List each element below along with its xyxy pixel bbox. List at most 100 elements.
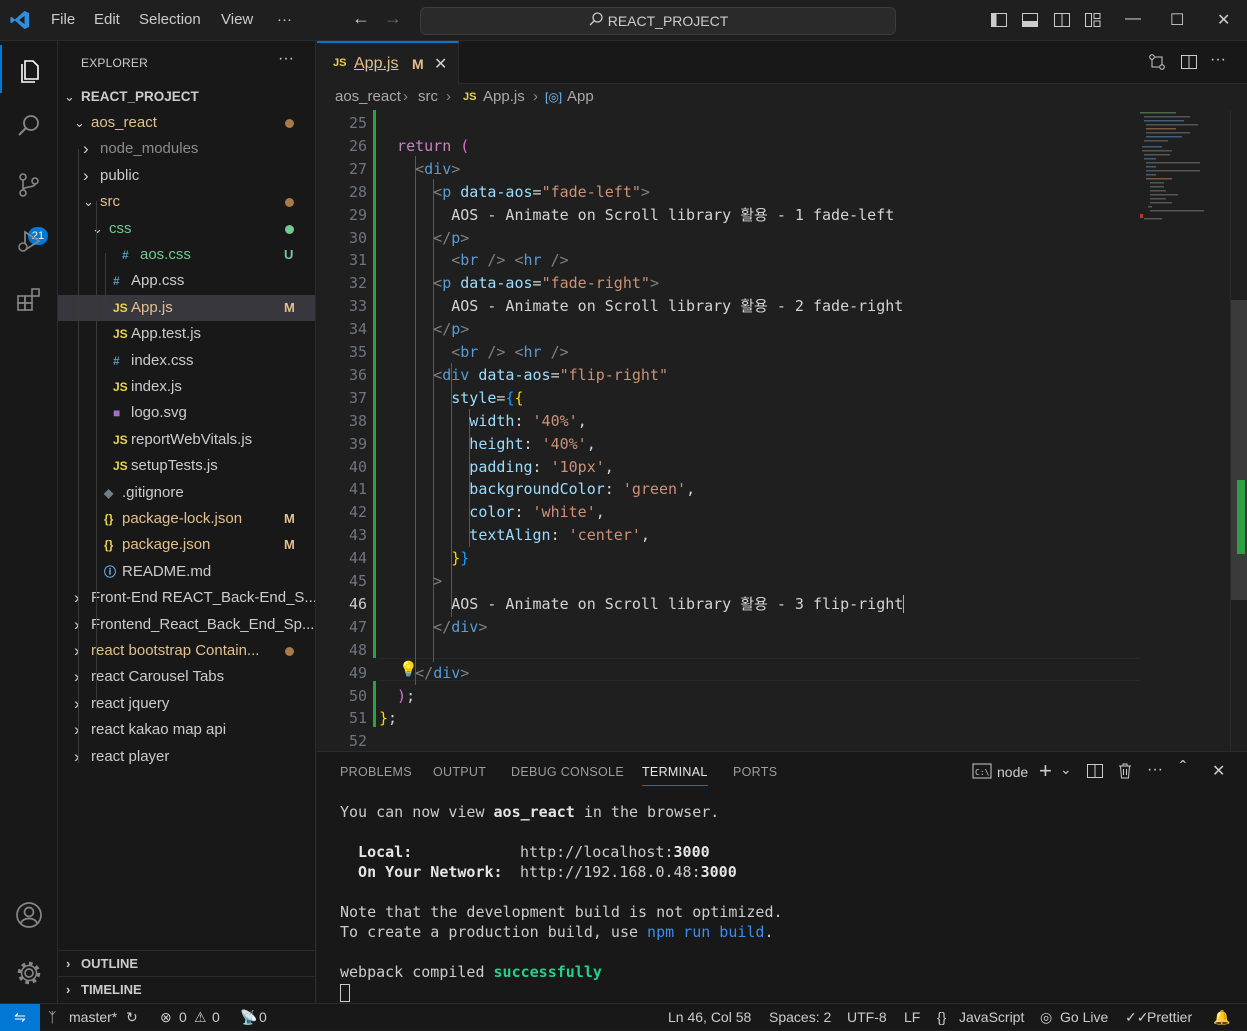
tab-output[interactable]: OUTPUT <box>433 765 486 779</box>
explorer-title: EXPLORER <box>81 56 148 70</box>
go-live-button[interactable]: Go Live <box>1060 1004 1108 1030</box>
code-editor[interactable]: 💡 25 26 return (27 <div> 28 <p data-aos="f… <box>317 110 1247 751</box>
source-control-icon[interactable] <box>0 161 58 209</box>
tab-app-js[interactable]: JS App.js M ✕ <box>317 41 459 85</box>
menu-file[interactable]: File <box>51 11 75 28</box>
scrollbar-thumb[interactable] <box>1231 300 1247 600</box>
warning-count[interactable]: 0 <box>212 1004 220 1030</box>
tree-item[interactable]: › react player <box>58 744 315 770</box>
maximize-panel-icon[interactable]: ˆ <box>1180 758 1186 779</box>
js-file-icon: JS <box>113 300 128 315</box>
breadcrumb: aos_react › src › JS App.js › [◎] App <box>317 85 1247 109</box>
tree-root-react-project[interactable]: ⌄ REACT_PROJECT <box>58 84 315 110</box>
explorer-more-icon[interactable]: ··· <box>278 50 294 68</box>
line-number: 26 <box>348 136 367 155</box>
git-branch[interactable]: master* <box>69 1004 117 1030</box>
error-icon[interactable]: ⊗ <box>160 1004 172 1030</box>
bell-icon[interactable]: 🔔 <box>1213 1004 1230 1030</box>
editor-scrollbar[interactable] <box>1230 110 1247 751</box>
back-arrow-icon[interactable]: ← <box>352 8 370 29</box>
explorer-icon[interactable] <box>0 45 58 93</box>
compare-changes-icon[interactable] <box>1147 52 1167 75</box>
tree-item[interactable]: › react kakao map api <box>58 717 315 743</box>
chevron-down-icon[interactable]: ⌄ <box>1060 761 1072 778</box>
sync-icon[interactable]: ↻ <box>126 1004 138 1030</box>
tab-ports[interactable]: PORTS <box>733 765 777 779</box>
terminal-output[interactable]: You can now view aos_react in the browse… <box>340 802 783 1002</box>
search-icon[interactable] <box>0 102 58 150</box>
tree-item-label: Frontend_React_Back_End_Sp... <box>91 615 315 633</box>
extensions-icon[interactable] <box>0 276 58 324</box>
code-line: AOS - Animate on Scroll library 활용 - 2 f… <box>379 297 904 316</box>
minimize-icon[interactable]: — <box>1125 10 1141 28</box>
settings-gear-icon[interactable] <box>0 949 58 997</box>
tree-item-label: index.css <box>131 351 194 369</box>
code-line: textAlign: 'center', <box>379 526 650 545</box>
remote-indicator-icon[interactable]: ⇋ <box>0 1004 40 1031</box>
tree-item[interactable]: › public <box>58 163 315 189</box>
maximize-icon[interactable]: ☐ <box>1170 10 1184 30</box>
close-panel-icon[interactable]: ✕ <box>1212 761 1225 781</box>
line-number: 41 <box>348 480 367 499</box>
line-number: 35 <box>348 343 367 361</box>
end-of-line[interactable]: LF <box>904 1004 920 1030</box>
accounts-icon[interactable] <box>0 891 58 939</box>
line-number: 43 <box>348 526 367 545</box>
menu-edit[interactable]: Edit <box>94 11 120 28</box>
command-center-search[interactable]: REACT_PROJECT <box>420 7 896 35</box>
split-editor-icon[interactable] <box>1179 52 1199 75</box>
line-number: 37 <box>348 388 367 407</box>
title-bar: File Edit Selection View ··· ← → REACT_P… <box>0 0 1247 41</box>
menu-view[interactable]: View <box>221 11 253 28</box>
outline-section[interactable]: › OUTLINE <box>58 950 315 976</box>
panel-more-icon[interactable]: ··· <box>1147 761 1163 779</box>
tree-item[interactable]: › node_modules <box>58 136 315 162</box>
terminal-name[interactable]: node <box>997 764 1028 780</box>
warning-icon[interactable]: ⚠ <box>194 1004 207 1030</box>
terminal-cursor <box>340 982 783 1002</box>
split-terminal-icon[interactable] <box>1086 762 1104 783</box>
editor-more-icon[interactable]: ··· <box>1210 51 1226 69</box>
toggle-panel-icon[interactable] <box>1021 11 1041 31</box>
indentation[interactable]: Spaces: 2 <box>769 1004 831 1030</box>
timeline-section[interactable]: › TIMELINE <box>58 976 315 1002</box>
line-number: 38 <box>348 411 367 430</box>
customize-layout-icon[interactable] <box>1084 11 1104 31</box>
tab-problems[interactable]: PROBLEMS <box>340 765 412 779</box>
tree-item[interactable]: ⌄ aos_react <box>58 110 315 136</box>
breadcrumb-item[interactable]: src <box>418 85 438 109</box>
tab-debug-console[interactable]: DEBUG CONSOLE <box>511 765 624 779</box>
chevron-down-icon: ⌄ <box>64 89 75 104</box>
toggle-primary-sidebar-icon[interactable] <box>990 11 1010 31</box>
menu-selection[interactable]: Selection <box>139 11 201 28</box>
prettier-button[interactable]: Prettier <box>1147 1004 1192 1030</box>
code-line: return ( <box>379 136 470 155</box>
language-mode[interactable]: JavaScript <box>959 1004 1024 1030</box>
breadcrumb-item[interactable]: aos_react <box>335 85 401 109</box>
trash-icon[interactable] <box>1116 762 1134 783</box>
info-file-icon: ⓘ <box>104 564 117 579</box>
tree-indent-guide <box>78 149 79 763</box>
forward-arrow-icon[interactable]: → <box>384 8 402 29</box>
tree-item-label: setupTests.js <box>131 457 218 475</box>
breadcrumb-item[interactable]: App <box>567 85 594 109</box>
code-line: }; <box>379 709 398 728</box>
tree-item-label: react player <box>91 747 170 765</box>
menu-more[interactable]: ··· <box>277 11 292 28</box>
close-window-icon[interactable]: ✕ <box>1217 10 1230 30</box>
tree-item-label: package-lock.json <box>122 510 243 527</box>
run-debug-icon[interactable] <box>0 217 58 265</box>
ports-count[interactable]: 0 <box>259 1004 267 1030</box>
close-tab-icon[interactable]: ✕ <box>434 54 447 74</box>
ports-icon[interactable]: 📡 <box>240 1004 257 1030</box>
code-line: </p> <box>379 228 470 247</box>
breadcrumb-item[interactable]: App.js <box>483 85 525 109</box>
cursor-position[interactable]: Ln 46, Col 58 <box>668 1004 751 1030</box>
toggle-secondary-sidebar-icon[interactable] <box>1053 11 1073 31</box>
error-count[interactable]: 0 <box>179 1004 187 1030</box>
tab-terminal[interactable]: TERMINAL <box>642 765 708 786</box>
new-terminal-icon[interactable]: + <box>1039 758 1052 784</box>
minimap[interactable] <box>1140 110 1230 751</box>
encoding[interactable]: UTF-8 <box>847 1004 887 1030</box>
code-line: > <box>379 572 443 590</box>
